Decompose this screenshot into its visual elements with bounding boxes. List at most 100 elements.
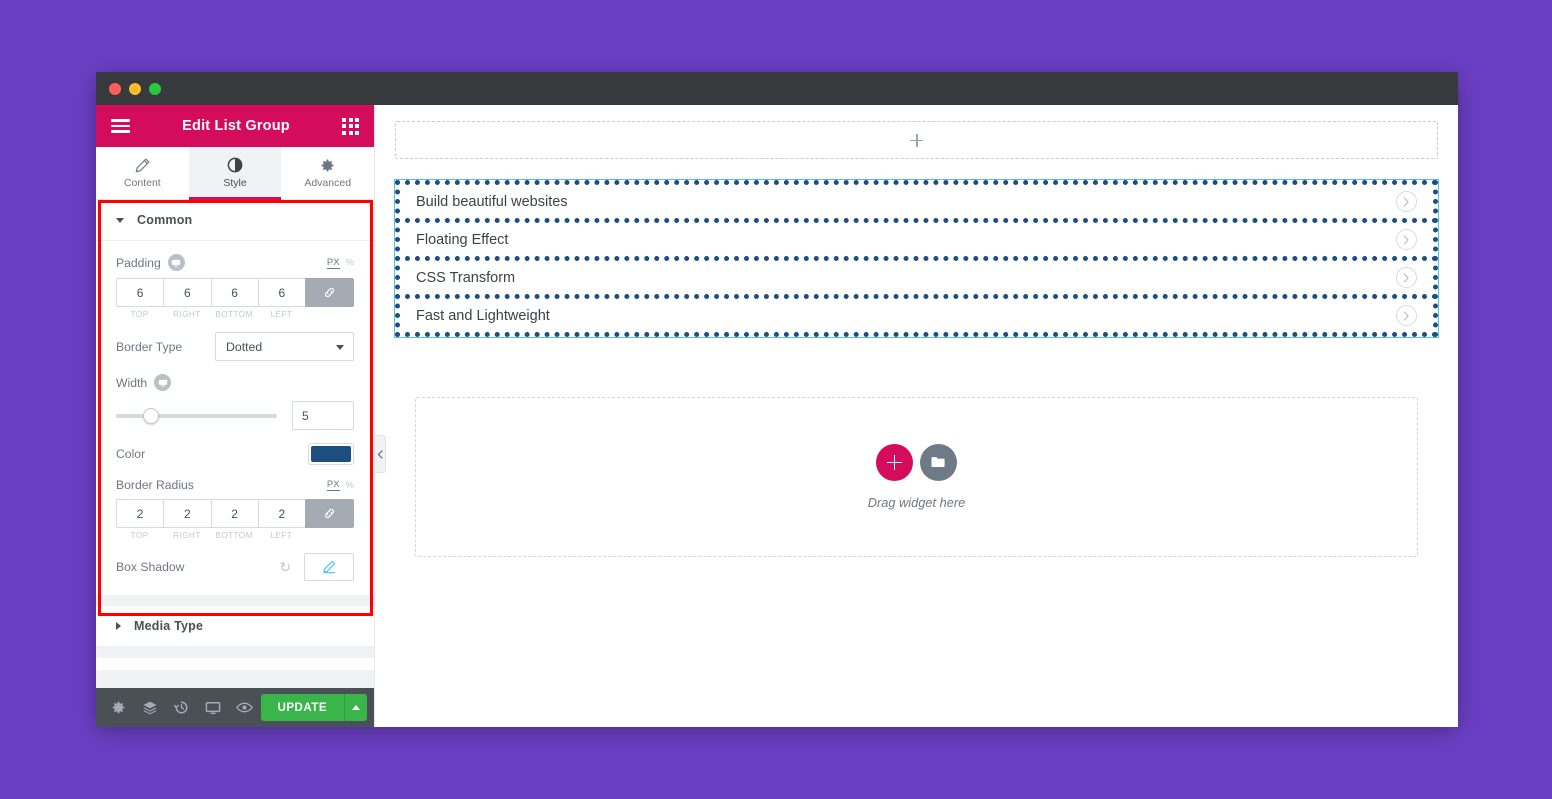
section-media-type-header[interactable]: Media Type xyxy=(96,606,374,647)
footer-navigator-button[interactable] xyxy=(135,688,167,727)
border-radius-unit-px[interactable]: PX xyxy=(326,479,340,491)
close-window-button[interactable] xyxy=(109,82,121,95)
minimize-window-button[interactable] xyxy=(129,82,141,95)
border-type-select-wrap: Dotted xyxy=(215,332,354,361)
canvas-inner: Build beautiful websites Floating Effect xyxy=(375,105,1458,557)
section-divider xyxy=(96,595,374,606)
chevron-left-icon xyxy=(377,449,383,459)
hamburger-icon[interactable] xyxy=(111,119,130,133)
layers-icon xyxy=(143,701,157,714)
pencil-edit-icon xyxy=(323,560,336,574)
border-radius-label: Border Radius xyxy=(116,478,194,492)
control-border-type: Border Type Dotted xyxy=(116,332,354,361)
border-type-label: Border Type xyxy=(116,339,183,354)
radius-bottom-sublabel: BOTTOM xyxy=(215,531,253,540)
control-padding: Padding PX % 6 TOP 6 RIGHT 6 BOTTOM 6 LE… xyxy=(116,254,354,319)
footer-responsive-button[interactable] xyxy=(198,688,230,727)
border-radius-inputs: TOP RIGHT BOTTOM xyxy=(116,499,354,540)
list-item[interactable]: CSS Transform xyxy=(395,256,1438,299)
history-icon xyxy=(174,701,188,714)
footer-settings-button[interactable] xyxy=(103,688,135,727)
editor-panel: Edit List Group Content Style Advanced C… xyxy=(96,105,375,727)
box-shadow-edit-button[interactable] xyxy=(304,553,354,581)
padding-bottom-input[interactable] xyxy=(210,278,258,307)
update-options-button[interactable] xyxy=(344,694,368,721)
tab-advanced-label: Advanced xyxy=(304,176,352,189)
apps-grid-icon[interactable] xyxy=(342,117,359,135)
radius-left-cell: LEFT xyxy=(257,499,305,540)
add-widget-button[interactable] xyxy=(876,444,913,481)
caret-down-icon xyxy=(116,217,124,223)
panel-collapse-handle[interactable] xyxy=(375,435,386,473)
reset-icon[interactable]: ↻ xyxy=(279,560,291,574)
list-item-label: Build beautiful websites xyxy=(416,193,568,210)
responsive-device-icon-width[interactable] xyxy=(154,374,172,391)
border-radius-unit-percent[interactable]: % xyxy=(346,480,354,491)
list-item[interactable]: Build beautiful websites xyxy=(395,180,1438,223)
drop-zone-label: Drag widget here xyxy=(867,495,966,510)
chevron-right-icon[interactable] xyxy=(1396,267,1417,288)
panel-tabs: Content Style Advanced xyxy=(96,147,374,200)
border-radius-link-icon[interactable] xyxy=(305,499,354,528)
list-group-widget[interactable]: Build beautiful websites Floating Effect xyxy=(395,180,1438,337)
add-template-button[interactable] xyxy=(920,444,957,481)
padding-bottom-sublabel: BOTTOM xyxy=(215,310,253,319)
control-color: Color xyxy=(116,443,354,465)
chevron-right-icon[interactable] xyxy=(1396,229,1417,250)
tab-advanced[interactable]: Advanced xyxy=(281,147,374,199)
color-swatch-button[interactable] xyxy=(308,443,354,465)
radius-bottom-input[interactable] xyxy=(210,499,258,528)
plus-circle-icon xyxy=(887,455,902,470)
tab-content[interactable]: Content xyxy=(96,147,189,199)
maximize-window-button[interactable] xyxy=(149,82,161,95)
padding-left-cell: LEFT xyxy=(257,278,305,319)
padding-label: Padding xyxy=(116,255,161,270)
padding-bottom-cell: BOTTOM xyxy=(210,278,258,319)
radius-left-input[interactable] xyxy=(257,499,305,528)
radius-top-input[interactable] xyxy=(116,499,164,528)
padding-unit-px[interactable]: PX xyxy=(326,257,340,269)
panel-scroll-area[interactable]: Common Padding PX % 6 TOP 6 RIGHT 6 BOTT… xyxy=(96,200,374,688)
section-divider-2 xyxy=(96,647,374,658)
padding-right-cell: RIGHT xyxy=(163,278,211,319)
padding-link-icon[interactable] xyxy=(305,278,354,307)
list-item[interactable]: Fast and Lightweight xyxy=(395,294,1438,337)
add-new-section-button[interactable] xyxy=(395,121,1438,159)
drop-zone-icons xyxy=(876,444,957,481)
border-radius-units: PX % xyxy=(326,479,354,491)
plus-icon xyxy=(910,133,923,147)
chevron-down-icon xyxy=(336,345,344,350)
width-slider-handle[interactable] xyxy=(143,407,160,424)
padding-left-input[interactable] xyxy=(257,278,305,307)
radius-right-cell: RIGHT xyxy=(163,499,211,540)
tab-style[interactable]: Style xyxy=(188,147,282,200)
footer-preview-button[interactable] xyxy=(229,688,261,727)
border-type-select[interactable]: Dotted xyxy=(215,332,354,361)
padding-right-input[interactable] xyxy=(163,278,211,307)
chevron-right-icon[interactable] xyxy=(1396,191,1417,212)
padding-inputs: TOP RIGHT BOTTOM xyxy=(116,278,354,319)
padding-top-cell: TOP xyxy=(116,278,164,319)
update-button[interactable]: UPDATE xyxy=(260,694,345,721)
panel-header: Edit List Group xyxy=(96,105,374,147)
list-item[interactable]: Floating Effect xyxy=(395,218,1438,261)
padding-unit-percent[interactable]: % xyxy=(346,257,354,268)
width-slider[interactable] xyxy=(116,407,277,424)
chevron-right-icon[interactable] xyxy=(1396,305,1417,326)
contrast-icon xyxy=(227,157,243,173)
footer-history-button[interactable] xyxy=(166,688,198,727)
pencil-icon xyxy=(135,158,150,173)
list-group-section[interactable]: Build beautiful websites Floating Effect xyxy=(394,179,1439,338)
widget-drop-zone[interactable]: Drag widget here xyxy=(415,397,1418,557)
width-value-input[interactable] xyxy=(292,401,354,430)
section-common-header[interactable]: Common xyxy=(96,200,374,241)
window-body: Edit List Group Content Style Advanced C… xyxy=(96,105,1458,727)
padding-top-input[interactable] xyxy=(116,278,164,307)
padding-units: PX % xyxy=(326,257,354,269)
list-item-label: Fast and Lightweight xyxy=(416,307,550,324)
responsive-device-icon[interactable] xyxy=(167,254,185,271)
radius-right-input[interactable] xyxy=(163,499,211,528)
padding-top-sublabel: TOP xyxy=(130,310,149,319)
monitor-icon xyxy=(205,701,221,714)
padding-label-wrap: Padding xyxy=(116,254,185,271)
